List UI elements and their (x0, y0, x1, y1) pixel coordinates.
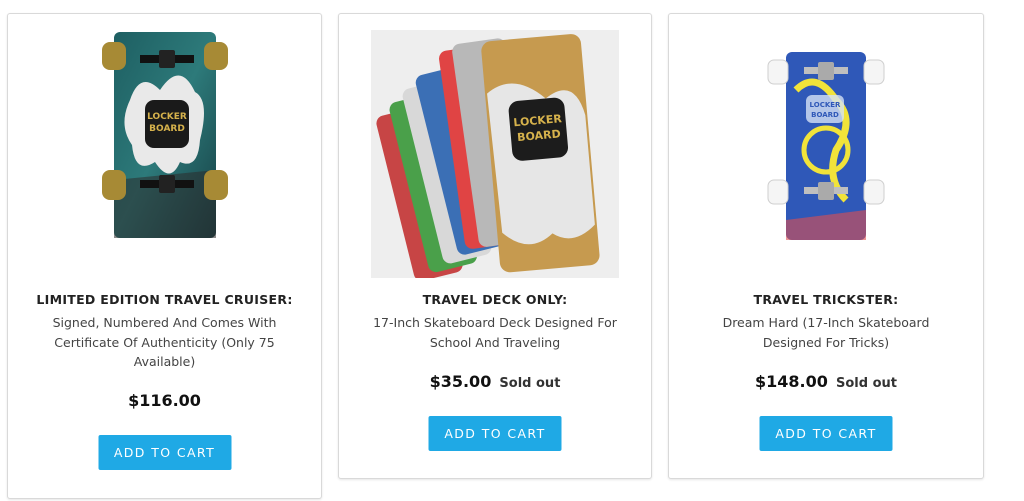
add-to-cart-button[interactable]: ADD TO CART (759, 416, 893, 451)
product-description: 17-Inch Skateboard Deck Designed For Sch… (373, 315, 617, 350)
product-card-travel-deck[interactable]: LOCKER BOARD TRAVEL DECK ONLY: 17-Inch S… (338, 13, 652, 479)
brand-logo-text: BOARD (811, 111, 839, 119)
price-row: $116.00 (8, 391, 321, 411)
skateboard-decks-image: LOCKER BOARD (371, 30, 619, 278)
product-description: Dream Hard (17-Inch Skateboard Designed … (722, 315, 930, 350)
product-card-travel-cruiser[interactable]: LOCKER BOARD LIMITED EDITION TRAVEL CRUI… (7, 13, 322, 499)
skateboard-cruiser-image: LOCKER BOARD (101, 32, 228, 238)
product-card-travel-trickster[interactable]: LOCKER BOARD TRAVEL TRICKSTER: Dream Har… (668, 13, 984, 479)
product-image-link[interactable]: LOCKER BOARD (339, 30, 651, 282)
product-grid: LOCKER BOARD LIMITED EDITION TRAVEL CRUI… (0, 0, 1024, 501)
product-image-link[interactable]: LOCKER BOARD (669, 30, 983, 282)
price-row: $148.00 Sold out (669, 372, 983, 394)
brand-logo-text: BOARD (149, 124, 185, 134)
brand-logo-text: LOCKER (810, 101, 842, 109)
sold-out-badge: Sold out (499, 376, 561, 391)
product-description: Signed, Numbered And Comes With Certific… (52, 315, 277, 369)
add-to-cart-button[interactable]: ADD TO CART (98, 435, 231, 470)
product-title[interactable]: TRAVEL DECK ONLY: (355, 291, 635, 309)
product-price: $35.00 (429, 372, 492, 391)
product-price: $116.00 (128, 391, 201, 410)
product-title[interactable]: LIMITED EDITION TRAVEL CRUISER: (24, 291, 305, 309)
product-image-link[interactable]: LOCKER BOARD (8, 30, 321, 282)
price-row: $35.00 Sold out (339, 372, 651, 394)
skateboard-trickster-image: LOCKER BOARD (767, 52, 885, 240)
sold-out-badge: Sold out (835, 376, 897, 391)
add-to-cart-button[interactable]: ADD TO CART (428, 416, 562, 451)
product-title[interactable]: TRAVEL TRICKSTER: (685, 291, 967, 309)
brand-logo-text: LOCKER (147, 112, 187, 122)
product-price: $148.00 (755, 372, 828, 391)
